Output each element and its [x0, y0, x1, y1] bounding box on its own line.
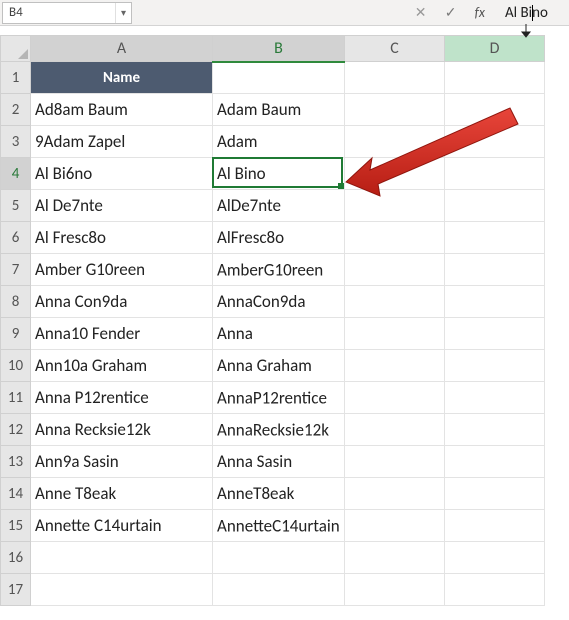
- cell-B7[interactable]: AmberG10reen: [213, 254, 345, 286]
- formula-text-before: Al Bi: [505, 4, 532, 22]
- row-header-6[interactable]: 6: [1, 222, 31, 254]
- row-header-3[interactable]: 3: [1, 126, 31, 158]
- cell-A7[interactable]: Amber G10reen: [31, 254, 213, 286]
- formula-bar-controls: ✕ ✓ fx Al Bino: [413, 4, 569, 22]
- cell-B3[interactable]: Adam: [213, 126, 345, 158]
- row-header-10[interactable]: 10: [1, 350, 31, 382]
- cell-C6[interactable]: [345, 222, 445, 254]
- cell-A6[interactable]: Al Fresc8o: [31, 222, 213, 254]
- formula-bar-input[interactable]: Al Bino: [505, 4, 565, 22]
- row-header-15[interactable]: 15: [1, 510, 31, 542]
- cell-C14[interactable]: [345, 478, 445, 510]
- row-header-16[interactable]: 16: [1, 542, 31, 574]
- cell-B6[interactable]: AlFresc8o: [213, 222, 345, 254]
- cell-A15[interactable]: Annette C14urtain: [31, 510, 213, 542]
- row-header-2[interactable]: 2: [1, 94, 31, 126]
- cell-B16[interactable]: [213, 542, 345, 574]
- cell-A1[interactable]: Name: [31, 62, 213, 94]
- cell-D14[interactable]: [445, 478, 545, 510]
- cell-A12[interactable]: Anna Recksie12k: [31, 414, 213, 446]
- cell-D17[interactable]: [445, 574, 545, 606]
- formula-bar-row: B4 ▾ ✕ ✓ fx Al Bino: [0, 0, 569, 26]
- name-box[interactable]: B4 ▾: [2, 2, 132, 24]
- cell-D6[interactable]: [445, 222, 545, 254]
- cell-C9[interactable]: [345, 318, 445, 350]
- cell-D9[interactable]: [445, 318, 545, 350]
- cell-C17[interactable]: [345, 574, 445, 606]
- cell-B1[interactable]: [213, 62, 345, 94]
- column-header-C[interactable]: C: [345, 36, 445, 62]
- formula-text-after: no: [532, 4, 548, 22]
- cell-C15[interactable]: [345, 510, 445, 542]
- cell-C7[interactable]: [345, 254, 445, 286]
- cell-D16[interactable]: [445, 542, 545, 574]
- cell-B2[interactable]: Adam Baum: [213, 94, 345, 126]
- cell-B14[interactable]: AnneT8eak: [213, 478, 345, 510]
- cell-D11[interactable]: [445, 382, 545, 414]
- cell-B15[interactable]: AnnetteC14urtain: [213, 510, 345, 542]
- cell-B8[interactable]: AnnaCon9da: [213, 286, 345, 318]
- cell-A3[interactable]: 9Adam Zapel: [31, 126, 213, 158]
- cell-D7[interactable]: [445, 254, 545, 286]
- cell-C11[interactable]: [345, 382, 445, 414]
- cell-D8[interactable]: [445, 286, 545, 318]
- cell-A17[interactable]: [31, 574, 213, 606]
- cell-B12[interactable]: AnnaRecksie12k: [213, 414, 345, 446]
- cell-C8[interactable]: [345, 286, 445, 318]
- cell-B4[interactable]: Al Bino: [213, 158, 345, 190]
- row-header-5[interactable]: 5: [1, 190, 31, 222]
- enter-icon[interactable]: ✓: [443, 4, 459, 21]
- row-header-4[interactable]: 4: [1, 158, 31, 190]
- cell-C1[interactable]: [345, 62, 445, 94]
- cell-B5[interactable]: AlDe7nte: [213, 190, 345, 222]
- row-header-1[interactable]: 1: [1, 62, 31, 94]
- cell-A8[interactable]: Anna Con9da: [31, 286, 213, 318]
- cell-B11[interactable]: AnnaP12rentice: [213, 382, 345, 414]
- row-header-13[interactable]: 13: [1, 446, 31, 478]
- row-header-7[interactable]: 7: [1, 254, 31, 286]
- cell-B9[interactable]: Anna: [213, 318, 345, 350]
- cell-C16[interactable]: [345, 542, 445, 574]
- cell-B17[interactable]: [213, 574, 345, 606]
- cell-A14[interactable]: Anne T8eak: [31, 478, 213, 510]
- cell-C13[interactable]: [345, 446, 445, 478]
- cell-A13[interactable]: Ann9a Sasin: [31, 446, 213, 478]
- row-header-8[interactable]: 8: [1, 286, 31, 318]
- row-header-12[interactable]: 12: [1, 414, 31, 446]
- cell-B10[interactable]: Anna Graham: [213, 350, 345, 382]
- cell-C10[interactable]: [345, 350, 445, 382]
- cell-D15[interactable]: [445, 510, 545, 542]
- fx-icon[interactable]: fx: [475, 4, 485, 21]
- cell-B13[interactable]: Anna Sasin: [213, 446, 345, 478]
- text-caret: [532, 5, 533, 21]
- name-box-dropdown-icon[interactable]: ▾: [115, 3, 131, 23]
- cell-D1[interactable]: [445, 62, 545, 94]
- cell-D12[interactable]: [445, 414, 545, 446]
- column-header-A[interactable]: A: [31, 36, 213, 62]
- row-header-17[interactable]: 17: [1, 574, 31, 606]
- cell-C12[interactable]: [345, 414, 445, 446]
- select-all-corner[interactable]: [1, 36, 31, 62]
- name-box-value: B4: [3, 5, 115, 20]
- cancel-icon[interactable]: ✕: [413, 4, 429, 21]
- cell-D13[interactable]: [445, 446, 545, 478]
- cell-A9[interactable]: Anna10 Fender: [31, 318, 213, 350]
- column-header-B[interactable]: B: [213, 36, 345, 62]
- cell-A4[interactable]: Al Bi6no: [31, 158, 213, 190]
- row-header-9[interactable]: 9: [1, 318, 31, 350]
- column-resize-indicator-icon[interactable]: [520, 24, 532, 38]
- cell-A5[interactable]: Al De7nte: [31, 190, 213, 222]
- cell-A16[interactable]: [31, 542, 213, 574]
- annotation-arrow-icon: [338, 100, 538, 220]
- cell-A10[interactable]: Ann10a Graham: [31, 350, 213, 382]
- column-header-D[interactable]: D: [445, 36, 545, 62]
- row-header-14[interactable]: 14: [1, 478, 31, 510]
- cell-A2[interactable]: Ad8am Baum: [31, 94, 213, 126]
- cell-D10[interactable]: [445, 350, 545, 382]
- cell-A11[interactable]: Anna P12rentice: [31, 382, 213, 414]
- row-header-11[interactable]: 11: [1, 382, 31, 414]
